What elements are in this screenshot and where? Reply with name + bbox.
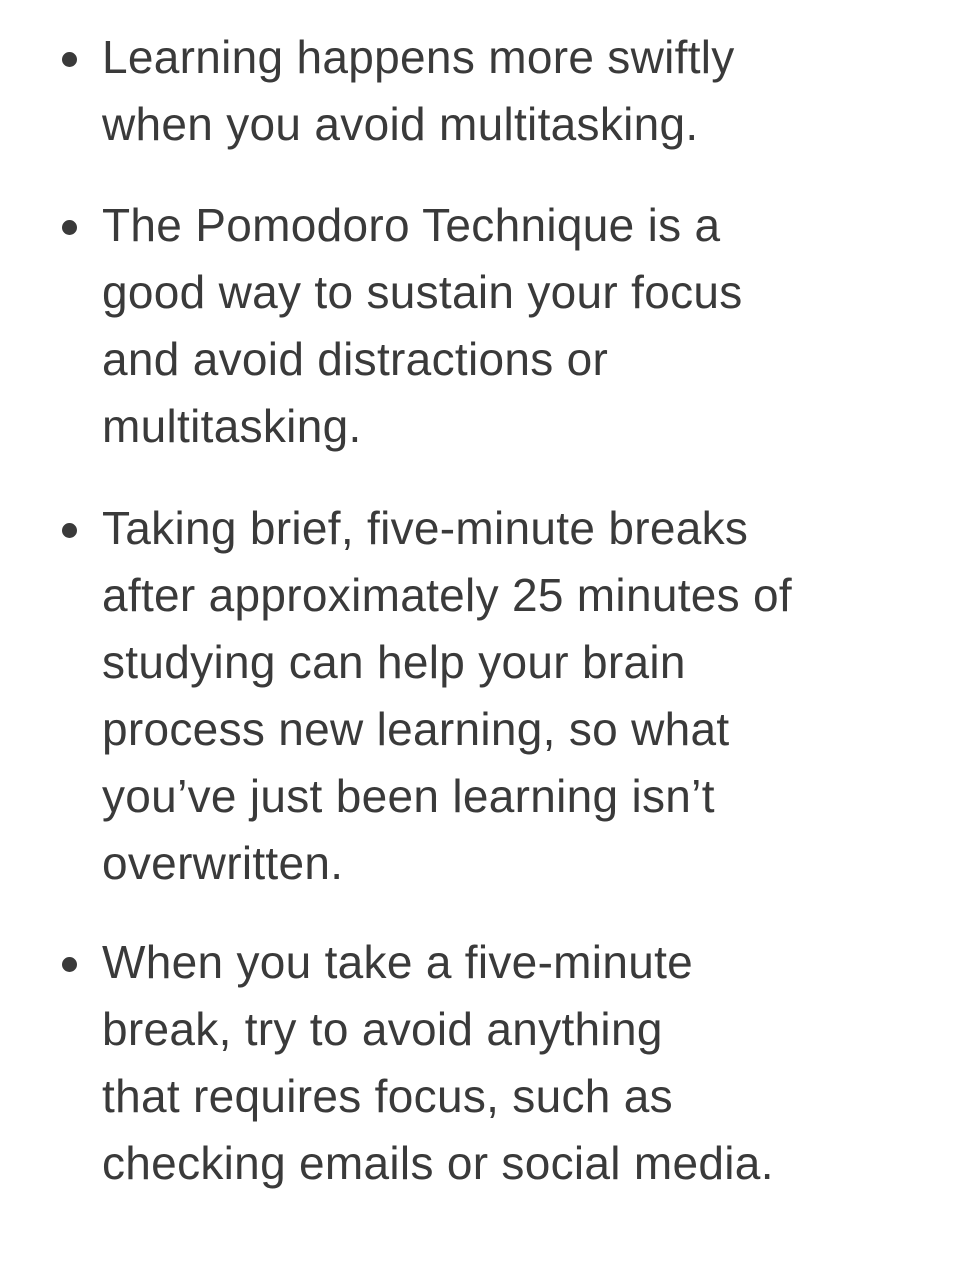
page: { "bullets": [ { "lines": [ "Learning ha… xyxy=(0,0,957,1280)
list-item-text: When you take a five-minute break, try t… xyxy=(102,929,902,1197)
text-line: studying can help your brain xyxy=(102,636,686,688)
bullet-dot-icon xyxy=(62,523,77,538)
text-line: The Pomodoro Technique is a xyxy=(102,199,721,251)
text-line: When you take a five-minute xyxy=(102,936,694,988)
text-line: multitasking. xyxy=(102,400,362,452)
list-item-text: The Pomodoro Technique is a good way to … xyxy=(102,192,902,460)
bullet-dot-icon xyxy=(62,957,77,972)
text-line: Learning happens more swiftly xyxy=(102,31,735,83)
bullet-dot-icon xyxy=(62,220,77,235)
list-item-text: Taking brief, five-minute breaks after a… xyxy=(102,495,902,897)
text-line: Taking brief, five-minute breaks xyxy=(102,502,749,554)
list-item-text: Learning happens more swiftly when you a… xyxy=(102,24,902,158)
text-line: after approximately 25 minutes of xyxy=(102,569,793,621)
bullet-dot-icon xyxy=(62,52,77,67)
text-line: you’ve just been learning isn’t xyxy=(102,770,715,822)
text-line: when you avoid multitasking. xyxy=(102,98,699,150)
text-line: and avoid distractions or xyxy=(102,333,609,385)
text-line: checking emails or social media. xyxy=(102,1137,774,1189)
text-line: that requires focus, such as xyxy=(102,1070,673,1122)
text-line: break, try to avoid anything xyxy=(102,1003,663,1055)
text-line: process new learning, so what xyxy=(102,703,730,755)
text-line: overwritten. xyxy=(102,837,344,889)
text-line: good way to sustain your focus xyxy=(102,266,743,318)
